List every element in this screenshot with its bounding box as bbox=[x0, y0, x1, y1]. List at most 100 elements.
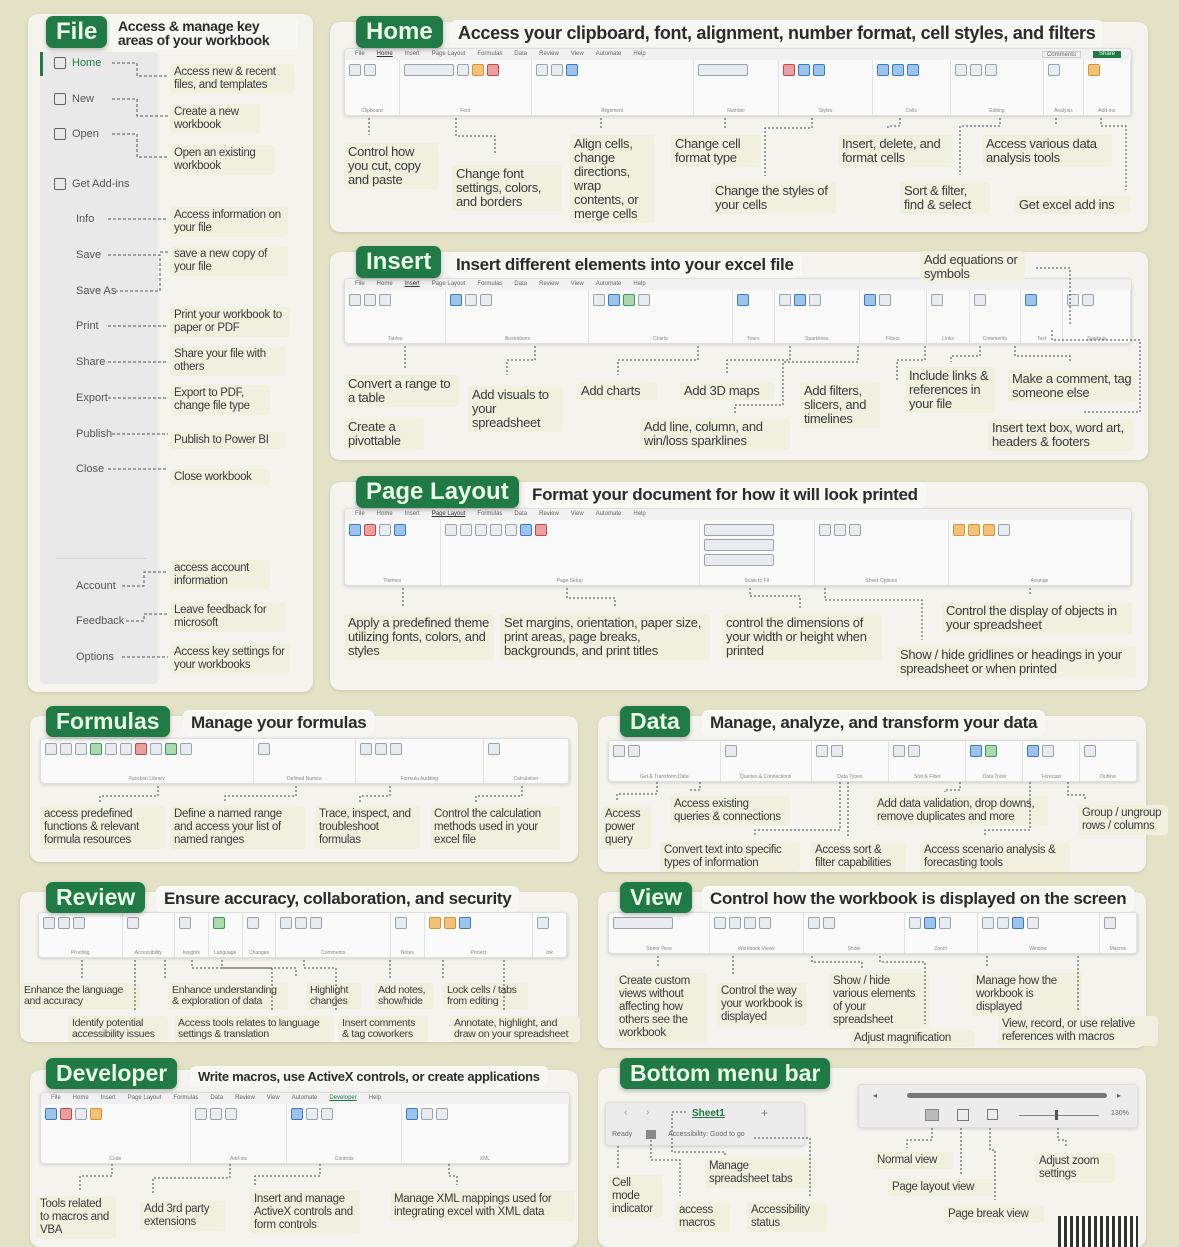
import-icon[interactable] bbox=[435, 1108, 448, 1120]
maps-icon[interactable] bbox=[623, 294, 636, 306]
bar-chart-icon[interactable] bbox=[608, 294, 621, 306]
file-item-print[interactable]: Print bbox=[76, 320, 99, 332]
spelling-icon[interactable] bbox=[43, 917, 55, 929]
more-functions-icon[interactable] bbox=[180, 743, 192, 755]
design-mode-icon[interactable] bbox=[306, 1108, 319, 1120]
properties-icon[interactable] bbox=[321, 1108, 334, 1120]
navigation-icon[interactable] bbox=[807, 917, 820, 929]
copy-icon[interactable] bbox=[364, 64, 376, 76]
colors-icon[interactable] bbox=[364, 524, 376, 536]
next-sheet-icon[interactable]: › bbox=[646, 1107, 649, 1118]
bring-forward-icon[interactable] bbox=[952, 524, 965, 536]
scale-input[interactable] bbox=[703, 554, 774, 566]
allow-edit-ranges-icon[interactable] bbox=[458, 917, 471, 929]
page-layout-view-button[interactable] bbox=[957, 1109, 969, 1121]
new-comment-icon[interactable] bbox=[280, 917, 293, 929]
text-to-columns-icon[interactable] bbox=[970, 745, 983, 757]
what-if-icon[interactable] bbox=[1027, 745, 1040, 757]
3d-map-icon[interactable] bbox=[736, 294, 749, 306]
symbol-icon[interactable] bbox=[1082, 294, 1095, 306]
tab-view[interactable]: View bbox=[267, 1095, 280, 1102]
recommended-pivottables-icon[interactable] bbox=[364, 294, 376, 306]
tab-help[interactable]: Help bbox=[633, 51, 645, 58]
translate-icon[interactable] bbox=[212, 917, 225, 929]
shapes-icon[interactable] bbox=[465, 294, 478, 306]
file-item-account[interactable]: Account bbox=[76, 580, 116, 592]
tab-home[interactable]: Home bbox=[377, 51, 393, 58]
tab-view[interactable]: View bbox=[571, 511, 584, 518]
orientation-icon[interactable] bbox=[459, 524, 472, 536]
tab-file[interactable]: File bbox=[355, 511, 365, 518]
text-function-icon[interactable] bbox=[120, 743, 132, 755]
file-item-save-as[interactable]: Save As bbox=[76, 285, 116, 297]
tab-review[interactable]: Review bbox=[539, 281, 559, 288]
gridlines-view-checkbox[interactable] bbox=[833, 524, 846, 536]
tab-file[interactable]: File bbox=[51, 1095, 61, 1102]
gridlines-checkbox[interactable] bbox=[822, 917, 835, 929]
hide-ink-icon[interactable] bbox=[537, 917, 550, 929]
cell-styles-icon[interactable] bbox=[813, 64, 826, 76]
tab-view[interactable]: View bbox=[571, 51, 584, 58]
height-select[interactable] bbox=[703, 539, 774, 551]
selection-pane-icon[interactable] bbox=[982, 524, 995, 536]
margins-icon[interactable] bbox=[444, 524, 457, 536]
tab-view[interactable]: View bbox=[571, 281, 584, 288]
from-text-csv-icon[interactable] bbox=[628, 745, 640, 757]
show-comments-icon[interactable] bbox=[310, 917, 323, 929]
record-macro-icon[interactable] bbox=[75, 1108, 87, 1120]
switch-windows-icon[interactable] bbox=[1026, 917, 1039, 929]
tab-home[interactable]: Home bbox=[377, 281, 393, 288]
tab-insert[interactable]: Insert bbox=[101, 1095, 116, 1102]
column-sparkline-icon[interactable] bbox=[794, 294, 807, 306]
merge-center-icon[interactable] bbox=[565, 64, 578, 76]
file-item-open[interactable]: Open bbox=[54, 128, 99, 140]
smartart-icon[interactable] bbox=[480, 294, 493, 306]
find-select-icon[interactable] bbox=[984, 64, 997, 76]
tab-page-layout[interactable]: Page Layout bbox=[432, 51, 466, 58]
number-format-select[interactable] bbox=[697, 64, 748, 76]
date-time-icon[interactable] bbox=[135, 743, 147, 755]
normal-view-icon[interactable] bbox=[713, 917, 726, 929]
comment-icon[interactable] bbox=[973, 294, 986, 306]
protect-sheet-icon[interactable] bbox=[428, 917, 441, 929]
sheet-right-to-left-icon[interactable] bbox=[818, 524, 831, 536]
page-break-preview-icon[interactable] bbox=[728, 917, 741, 929]
tab-review[interactable]: Review bbox=[235, 1095, 255, 1102]
tab-data[interactable]: Data bbox=[514, 281, 527, 288]
tab-file[interactable]: File bbox=[355, 281, 365, 288]
page-break-view-button[interactable] bbox=[987, 1109, 998, 1120]
zoom-level[interactable]: 130% bbox=[1111, 1110, 1129, 1117]
tab-insert[interactable]: Insert bbox=[405, 281, 420, 288]
tab-automate[interactable]: Automate bbox=[596, 51, 622, 58]
wrap-text-icon[interactable] bbox=[550, 64, 563, 76]
file-item-get-add-ins[interactable]: Get Add-ins bbox=[54, 178, 129, 190]
page-layout-icon[interactable] bbox=[743, 917, 756, 929]
equation-icon[interactable] bbox=[1067, 294, 1080, 306]
arrange-all-icon[interactable] bbox=[996, 917, 1009, 929]
autosum-icon[interactable] bbox=[60, 743, 72, 755]
tab-data[interactable]: Data bbox=[514, 51, 527, 58]
smart-lookup-icon[interactable] bbox=[178, 917, 191, 929]
line-sparkline-icon[interactable] bbox=[779, 294, 792, 306]
tab-data[interactable]: Data bbox=[210, 1095, 223, 1102]
forecast-sheet-icon[interactable] bbox=[1042, 745, 1055, 757]
delete-comment-icon[interactable] bbox=[295, 917, 308, 929]
bold-icon[interactable] bbox=[456, 64, 469, 76]
stocks-icon[interactable] bbox=[815, 745, 828, 757]
tab-help[interactable]: Help bbox=[633, 281, 645, 288]
get-data-icon[interactable] bbox=[613, 745, 625, 757]
refresh-all-icon[interactable] bbox=[724, 745, 737, 757]
filter-icon[interactable] bbox=[908, 745, 921, 757]
tab-help[interactable]: Help bbox=[369, 1095, 381, 1102]
tab-home[interactable]: Home bbox=[73, 1095, 89, 1102]
share-button[interactable]: Share bbox=[1092, 51, 1121, 58]
tab-home[interactable]: Home bbox=[377, 511, 393, 518]
source-icon[interactable] bbox=[405, 1108, 418, 1120]
tab-page-layout[interactable]: Page Layout bbox=[432, 511, 466, 518]
tab-insert[interactable]: Insert bbox=[405, 511, 420, 518]
protect-workbook-icon[interactable] bbox=[443, 917, 456, 929]
breaks-icon[interactable] bbox=[504, 524, 517, 536]
conditional-formatting-icon[interactable] bbox=[783, 64, 796, 76]
currencies-icon[interactable] bbox=[830, 745, 843, 757]
winloss-sparkline-icon[interactable] bbox=[809, 294, 822, 306]
